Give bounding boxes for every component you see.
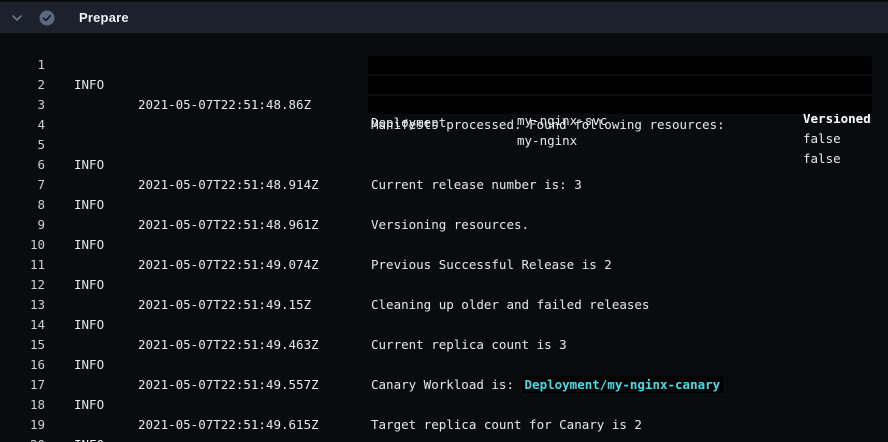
log-line: 8 Versioning resources. [0, 175, 888, 195]
log-line: 5 INFO 2021-05-07T22:51:48.914Z [0, 115, 888, 135]
line-number[interactable]: 20 [0, 435, 45, 442]
log-line: 1 INFO 2021-05-07T22:51:48.86Z Manifests… [0, 35, 888, 55]
log-line: 14 Current replica count is 3 [0, 295, 888, 315]
log-line: 4 Deployment my-nginx false [0, 95, 888, 115]
log-line: 15 INFO 2021-05-07T22:51:49.557Z [0, 315, 888, 335]
log-line: 13 INFO 2021-05-07T22:51:49.463Z [0, 275, 888, 295]
log-level: INFO [74, 435, 104, 442]
log-line: 16 Canary Workload is: Deployment/my-ngi… [0, 335, 888, 355]
log-line: 3 Service my-nginx-svc false [0, 75, 888, 95]
log-line: 6 Current release number is: 3 [0, 135, 888, 155]
chevron-down-icon[interactable] [9, 10, 25, 26]
log-line: 10 Previous Successful Release is 2 [0, 215, 888, 235]
log-viewer: 1 INFO 2021-05-07T22:51:48.86Z Manifests… [0, 35, 888, 442]
log-line: 7 INFO 2021-05-07T22:51:48.961Z [0, 155, 888, 175]
resource-table-row: Service my-nginx-svc false [368, 76, 872, 94]
step-title: Prepare [79, 10, 129, 25]
resource-table-row: Deployment my-nginx false [368, 96, 872, 114]
log-line: 20 Done. [0, 415, 888, 435]
log-line: 12 Cleaning up older and failed releases [0, 255, 888, 275]
log-line: 18 Target replica count for Canary is 2 [0, 375, 888, 395]
check-circle-icon [39, 10, 55, 26]
step-header[interactable]: Prepare [0, 2, 888, 33]
log-line: 17 INFO 2021-05-07T22:51:49.615Z [0, 355, 888, 375]
resource-table-header-row: Kind Name Versioned [368, 56, 872, 74]
log-line: 2 Kind Name Versioned [0, 55, 888, 75]
log-line: 9 INFO 2021-05-07T22:51:49.074Z [0, 195, 888, 215]
log-line: 11 INFO 2021-05-07T22:51:49.15Z [0, 235, 888, 255]
log-line: 19 INFO 2021-05-07T22:51:49.659Z [0, 395, 888, 415]
